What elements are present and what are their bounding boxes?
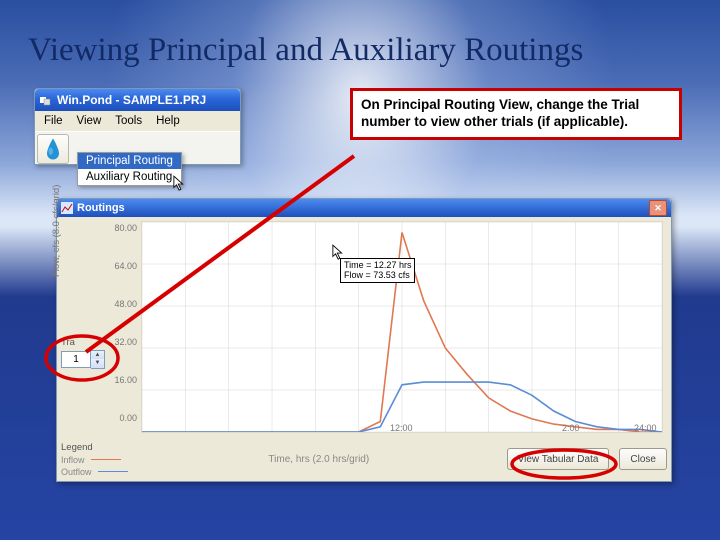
water-drop-icon bbox=[44, 137, 62, 161]
view-submenu: Principal Routing Auxiliary Routing bbox=[77, 152, 182, 186]
chart-body: 80.00 64.00 48.00 32.00 16.00 0.00 Flow,… bbox=[57, 217, 671, 435]
spin-up-icon[interactable]: ▲ bbox=[91, 351, 104, 360]
spin-down-icon[interactable]: ▼ bbox=[91, 359, 104, 368]
tool-button-routing[interactable] bbox=[37, 134, 69, 164]
y-axis-title: Flow, cfs (8.0 cfs/grid) bbox=[51, 185, 62, 277]
spin-buttons[interactable]: ▲ ▼ bbox=[91, 350, 105, 369]
legend-line-icon bbox=[91, 459, 121, 460]
menu-bar[interactable]: File View Tools Help bbox=[35, 111, 240, 131]
close-chart-button[interactable]: Close bbox=[619, 448, 667, 470]
x-axis-title: Time, hrs (2.0 hrs/grid) bbox=[141, 454, 497, 465]
chart-titlebar[interactable]: Routings ✕ bbox=[57, 199, 671, 217]
app-icon bbox=[39, 93, 53, 107]
y-tick: 16.00 bbox=[97, 375, 137, 385]
trial-label: Tra bbox=[61, 337, 117, 348]
chart-canvas: Time = 12.27 hrs Flow = 73.53 cfs 12:00 … bbox=[141, 221, 663, 433]
menu-file[interactable]: File bbox=[37, 114, 70, 128]
chart-tooltip: Time = 12.27 hrs Flow = 73.53 cfs bbox=[340, 258, 415, 283]
trial-spinner[interactable]: ▲ ▼ bbox=[61, 350, 117, 368]
legend-title: Legend bbox=[61, 442, 141, 453]
trial-input[interactable] bbox=[61, 351, 91, 368]
y-tick: 80.00 bbox=[97, 223, 137, 233]
tooltip-line2: Flow = 73.53 cfs bbox=[344, 270, 411, 280]
y-tick: 64.00 bbox=[97, 261, 137, 271]
titlebar[interactable]: Win.Pond - SAMPLE1.PRJ bbox=[35, 89, 240, 111]
tooltip-line1: Time = 12.27 hrs bbox=[344, 260, 411, 270]
chart-window: Routings ✕ 80.00 64.00 48.00 32.00 16.00… bbox=[56, 198, 672, 482]
legend-outflow-label: Outflow bbox=[61, 467, 92, 477]
legend-item-inflow: Inflow bbox=[61, 455, 141, 465]
submenu-item-principal[interactable]: Principal Routing bbox=[78, 153, 181, 169]
submenu-item-auxiliary[interactable]: Auxiliary Routing bbox=[78, 169, 181, 185]
chart-footer: Legend Inflow Outflow Time, hrs (2.0 hrs… bbox=[61, 439, 667, 479]
view-tabular-button[interactable]: View Tabular Data bbox=[507, 448, 610, 470]
legend-inflow-label: Inflow bbox=[61, 455, 85, 465]
cursor-icon bbox=[173, 175, 187, 193]
y-tick: 0.00 bbox=[97, 413, 137, 423]
slide-title: Viewing Principal and Auxiliary Routings bbox=[28, 32, 583, 69]
x-tick: 12:00 bbox=[390, 423, 413, 433]
x-tick: 24:00 bbox=[634, 423, 657, 433]
menu-tools[interactable]: Tools bbox=[108, 114, 149, 128]
callout-box: On Principal Routing View, change the Tr… bbox=[350, 88, 682, 140]
menu-help[interactable]: Help bbox=[149, 114, 187, 128]
toolbar: Principal Routing Auxiliary Routing bbox=[35, 131, 240, 164]
app-window-small: Win.Pond - SAMPLE1.PRJ File View Tools H… bbox=[34, 88, 241, 165]
window-title: Win.Pond - SAMPLE1.PRJ bbox=[57, 93, 206, 107]
legend-item-outflow: Outflow bbox=[61, 467, 141, 477]
chart-plot bbox=[142, 222, 662, 432]
chart-window-title: Routings bbox=[77, 202, 125, 214]
x-tick: 2:00 bbox=[562, 423, 580, 433]
close-button[interactable]: ✕ bbox=[649, 200, 667, 216]
trial-panel: Tra ▲ ▼ bbox=[61, 337, 117, 368]
legend-line-icon bbox=[98, 471, 128, 472]
menu-view[interactable]: View bbox=[70, 114, 109, 128]
chart-window-icon bbox=[61, 202, 73, 214]
legend: Legend Inflow Outflow bbox=[61, 442, 141, 477]
y-tick: 48.00 bbox=[97, 299, 137, 309]
